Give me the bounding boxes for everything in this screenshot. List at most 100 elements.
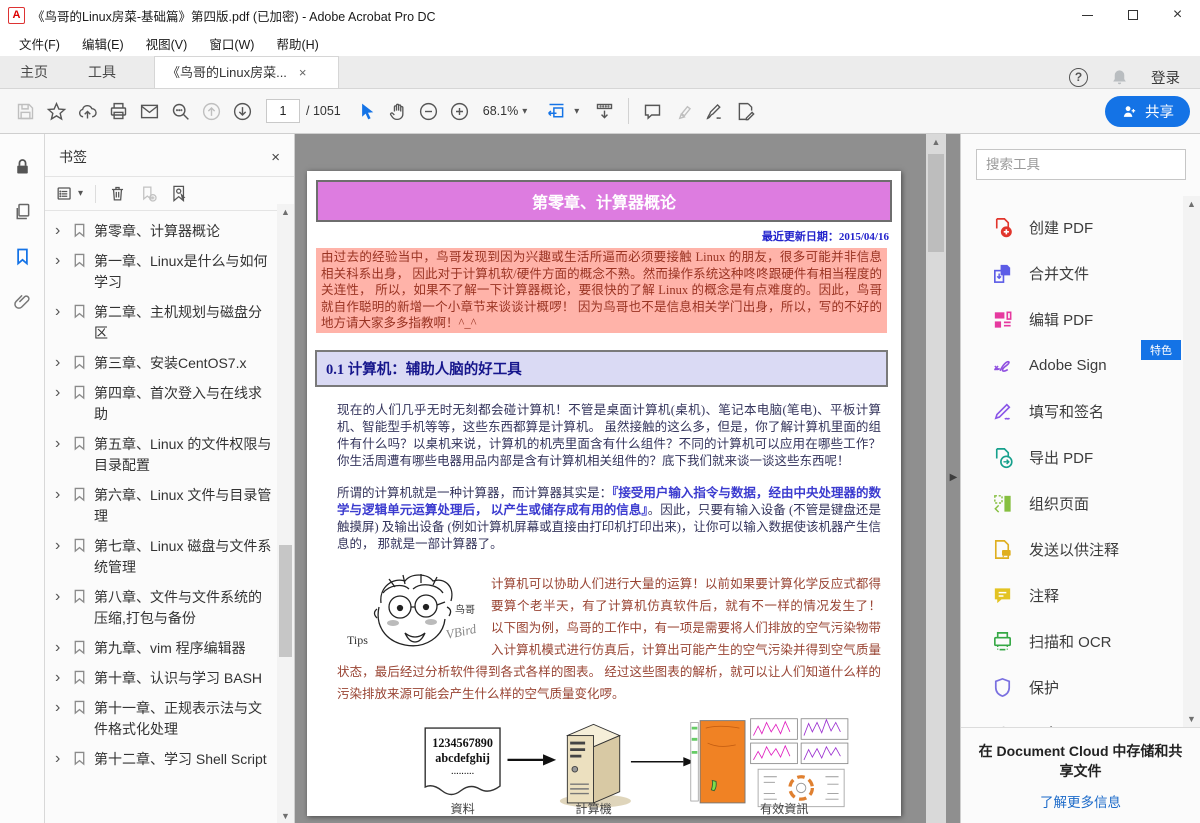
tool-item-create-pdf[interactable]: 创建 PDF <box>991 204 1183 250</box>
search-tools-input[interactable] <box>976 149 1186 180</box>
security-lock-icon[interactable] <box>12 156 33 177</box>
delete-bookmark-icon[interactable] <box>108 184 127 203</box>
bell-icon[interactable] <box>1110 68 1129 87</box>
document-scrollbar[interactable]: ▲ <box>926 134 946 823</box>
chevron-right-icon[interactable]: › <box>55 485 70 505</box>
next-page-button[interactable] <box>227 96 258 127</box>
tool-item-combine-files[interactable]: 合并文件 <box>991 250 1183 296</box>
tool-item-more-tools[interactable]: 更多工具 <box>991 710 1183 727</box>
tool-item-send-for-comments[interactable]: 发送以供注释 <box>991 526 1183 572</box>
bookmark-item[interactable]: ›第六章、Linux 文件与目录管理 <box>55 485 272 527</box>
favorites-star-button[interactable] <box>41 96 72 127</box>
sign-pen-button[interactable] <box>699 96 730 127</box>
scroll-up-icon[interactable]: ▲ <box>277 204 294 220</box>
tool-item-fill-sign[interactable]: 填写和签名 <box>991 388 1183 434</box>
collapse-right-panel-handle[interactable]: ▶ <box>947 464 960 490</box>
scroll-down-icon[interactable]: ▼ <box>277 808 294 823</box>
menu-item[interactable]: 编辑(E) <box>73 31 133 56</box>
previous-page-button[interactable] <box>196 96 227 127</box>
scroll-down-icon[interactable]: ▼ <box>1183 711 1200 727</box>
scroll-up-icon[interactable]: ▲ <box>926 134 946 150</box>
tab-tools[interactable]: 工具 <box>68 56 136 88</box>
bookmark-options-caret-icon[interactable]: ▾ <box>78 188 83 199</box>
page-number-input[interactable]: 1 <box>266 99 300 123</box>
tool-item-adobe-sign[interactable]: Adobe Sign特色 <box>991 342 1183 388</box>
bookmark-item[interactable]: ›第七章、Linux 磁盘与文件系统管理 <box>55 536 272 578</box>
tool-item-protect[interactable]: 保护 <box>991 664 1183 710</box>
chevron-right-icon[interactable]: › <box>55 434 70 454</box>
bookmarks-panel-icon[interactable] <box>12 246 33 267</box>
learn-more-link[interactable]: 了解更多信息 <box>1040 791 1121 811</box>
zoom-out-button[interactable] <box>413 96 444 127</box>
tab-document[interactable]: 《鸟哥的Linux房菜... × <box>154 56 339 88</box>
scroll-mode-button[interactable] <box>589 96 620 127</box>
bookmark-item[interactable]: ›第四章、首次登入与在线求助 <box>55 383 272 425</box>
chevron-right-icon[interactable]: › <box>55 638 70 658</box>
tab-close-icon[interactable]: × <box>299 57 307 88</box>
tool-item-edit-pdf[interactable]: 编辑 PDF <box>991 296 1183 342</box>
bookmark-item[interactable]: ›第一章、Linux是什么与如何学习 <box>55 251 272 293</box>
tool-item-organize-pages[interactable]: 组织页面 <box>991 480 1183 526</box>
chevron-right-icon[interactable]: › <box>55 353 70 373</box>
bookmark-item[interactable]: ›第零章、计算器概论 <box>55 221 272 242</box>
zoom-caret-icon[interactable]: ▾ <box>522 106 527 117</box>
help-icon[interactable]: ? <box>1069 68 1088 87</box>
fill-sign-button[interactable] <box>730 96 761 127</box>
search-button[interactable] <box>165 96 196 127</box>
locate-bookmark-icon[interactable] <box>170 184 189 203</box>
tool-item-scan-ocr[interactable]: 扫描和 OCR <box>991 618 1183 664</box>
scroll-up-icon[interactable]: ▲ <box>1183 196 1200 212</box>
chevron-right-icon[interactable]: › <box>55 221 70 241</box>
tool-item-comment[interactable]: 注释 <box>991 572 1183 618</box>
tools-scrollbar[interactable]: ▲ ▼ <box>1183 196 1200 727</box>
chevron-right-icon[interactable]: › <box>55 698 70 718</box>
pdf-page[interactable]: 第零章、计算器概论 最近更新日期：2015/04/16 由过去的经验当中，鸟哥发… <box>307 171 901 816</box>
highlighter-button[interactable] <box>668 96 699 127</box>
select-tool-button[interactable] <box>351 96 382 127</box>
bookmark-item[interactable]: ›第五章、Linux 的文件权限与目录配置 <box>55 434 272 476</box>
fit-width-button[interactable] <box>541 96 572 127</box>
scrollbar-thumb[interactable] <box>279 545 292 657</box>
chevron-right-icon[interactable]: › <box>55 749 70 769</box>
chevron-right-icon[interactable]: › <box>55 668 70 688</box>
comment-button[interactable] <box>637 96 668 127</box>
zoom-in-button[interactable] <box>444 96 475 127</box>
chevron-right-icon[interactable]: › <box>55 383 70 403</box>
menu-item[interactable]: 文件(F) <box>10 31 69 56</box>
bookmarks-scrollbar[interactable]: ▲ ▼ <box>277 204 294 823</box>
minimize-button[interactable] <box>1065 0 1110 30</box>
close-button[interactable]: × <box>1155 0 1200 30</box>
scrollbar-thumb[interactable] <box>928 154 944 252</box>
bookmarks-close-icon[interactable]: × <box>271 149 280 166</box>
bookmark-item[interactable]: ›第十一章、正规表示法与文件格式化处理 <box>55 698 272 740</box>
page-thumbnails-icon[interactable] <box>12 201 33 222</box>
menu-item[interactable]: 帮助(H) <box>267 31 327 56</box>
chevron-right-icon[interactable]: › <box>55 251 70 271</box>
attachments-icon[interactable] <box>12 291 33 312</box>
menu-item[interactable]: 窗口(W) <box>200 31 263 56</box>
fit-caret-icon[interactable]: ▾ <box>574 106 579 117</box>
share-button[interactable]: 共享 <box>1105 96 1190 127</box>
tool-item-export-pdf[interactable]: 导出 PDF <box>991 434 1183 480</box>
add-bookmark-icon[interactable] <box>139 184 158 203</box>
chevron-right-icon[interactable]: › <box>55 587 70 607</box>
bookmark-item[interactable]: ›第九章、vim 程序编辑器 <box>55 638 272 659</box>
save-button[interactable] <box>10 96 41 127</box>
cloud-upload-button[interactable] <box>72 96 103 127</box>
tab-home[interactable]: 主页 <box>0 56 68 88</box>
bookmark-options-icon[interactable] <box>55 184 74 203</box>
bookmark-item[interactable]: ›第二章、主机规划与磁盘分区 <box>55 302 272 344</box>
zoom-level-value[interactable]: 68.1% <box>483 104 518 118</box>
chevron-right-icon[interactable]: › <box>55 536 70 556</box>
bookmark-item[interactable]: ›第十章、认识与学习 BASH <box>55 668 272 689</box>
print-button[interactable] <box>103 96 134 127</box>
menu-item[interactable]: 视图(V) <box>137 31 197 56</box>
bookmark-item[interactable]: ›第三章、安装CentOS7.x <box>55 353 272 374</box>
email-button[interactable] <box>134 96 165 127</box>
chevron-right-icon[interactable]: › <box>55 302 70 322</box>
maximize-button[interactable] <box>1110 0 1155 30</box>
bookmark-item[interactable]: ›第八章、文件与文件系统的压缩,打包与备份 <box>55 587 272 629</box>
login-button[interactable]: 登录 <box>1151 67 1180 88</box>
bookmark-item[interactable]: ›第十二章、学习 Shell Script <box>55 749 272 770</box>
hand-tool-button[interactable] <box>382 96 413 127</box>
